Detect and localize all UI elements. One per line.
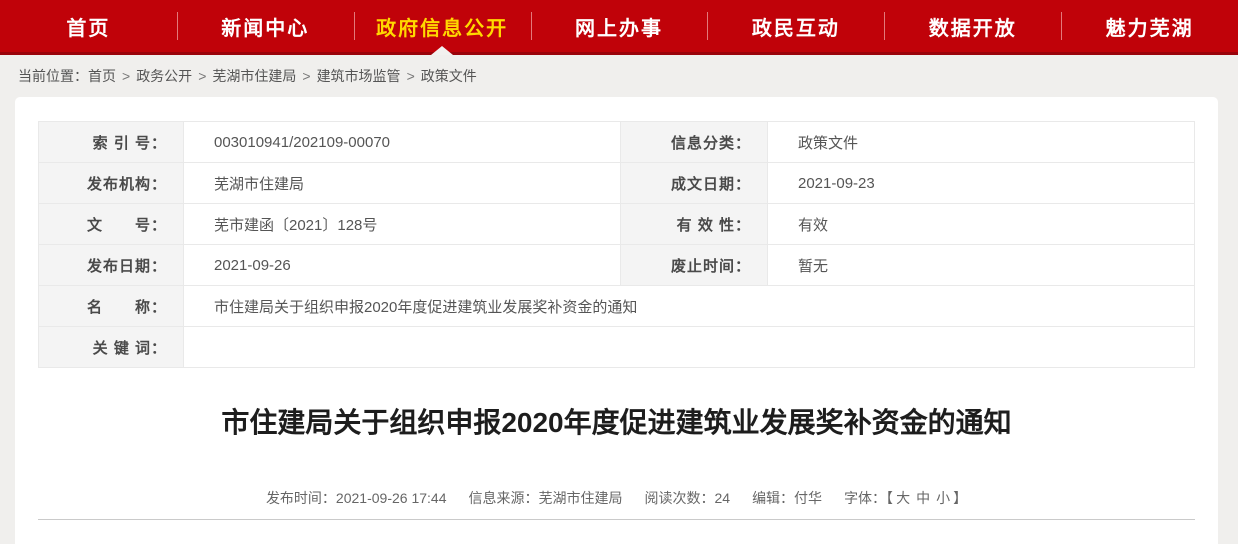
meta-label: 成文日期： xyxy=(621,163,768,204)
meta-value: 政策文件 xyxy=(768,122,1195,163)
breadcrumb: 当前位置：首页 > 政务公开 > 芜湖市住建局 > 建筑市场监管 > 政策文件 xyxy=(0,55,1238,97)
meta-label: 名 称： xyxy=(39,286,184,327)
meta-label: 废止时间： xyxy=(621,245,768,286)
meta-table-row: 文 号：芜市建函〔2021〕128号有 效 性：有效 xyxy=(39,204,1195,245)
meta-value: 芜市建函〔2021〕128号 xyxy=(184,204,621,245)
font-size-label: 字体：【 xyxy=(844,490,893,506)
meta-table-body: 索 引 号：003010941/202109-00070信息分类：政策文件发布机… xyxy=(39,122,1195,368)
meta-label: 信息分类： xyxy=(621,122,768,163)
article-meta-item: 阅读次数：24 xyxy=(644,490,730,506)
nav-item[interactable]: 新闻中心 xyxy=(177,0,354,52)
meta-label: 文 号： xyxy=(39,204,184,245)
nav-item[interactable]: 首页 xyxy=(0,0,177,52)
meta-value: 2021-09-26 xyxy=(184,245,621,286)
font-size-bracket: 】 xyxy=(953,490,967,506)
meta-value: 有效 xyxy=(768,204,1195,245)
nav-item-label: 政民互动 xyxy=(752,12,840,41)
meta-label: 关 键 词： xyxy=(39,327,184,368)
article-meta: 发布时间：2021-09-26 17:44 信息来源：芜湖市住建局 阅读次数：24 编… xyxy=(15,488,1218,508)
breadcrumb-link[interactable]: 建筑市场监管 xyxy=(317,68,401,84)
breadcrumb-link[interactable]: 政策文件 xyxy=(421,68,477,84)
breadcrumb-link[interactable]: 首页 xyxy=(88,68,116,84)
nav-item-label: 首页 xyxy=(66,12,110,41)
nav-item[interactable]: 网上办事 xyxy=(531,0,708,52)
active-tab-pointer-icon xyxy=(431,46,453,55)
font-size-option[interactable]: 大 xyxy=(896,490,910,506)
meta-table: 索 引 号：003010941/202109-00070信息分类：政策文件发布机… xyxy=(38,121,1195,368)
nav-item-label: 数据开放 xyxy=(929,12,1017,41)
meta-table-row: 名 称：市住建局关于组织申报2020年度促进建筑业发展奖补资金的通知 xyxy=(39,286,1195,327)
main-nav: 首页 新闻中心 政府信息公开 网上办事 政民互动 数据开放 魅力芜湖 xyxy=(0,0,1238,55)
meta-label: 发布日期： xyxy=(39,245,184,286)
nav-item[interactable]: 政民互动 xyxy=(707,0,884,52)
meta-label: 索 引 号： xyxy=(39,122,184,163)
breadcrumb-link[interactable]: 芜湖市住建局 xyxy=(212,68,296,84)
meta-label: 发布机构： xyxy=(39,163,184,204)
article-meta-item: 编辑：付华 xyxy=(752,490,822,506)
nav-item-label: 网上办事 xyxy=(575,12,663,41)
meta-table-row: 关 键 词： xyxy=(39,327,1195,368)
breadcrumb-separator: > xyxy=(302,68,310,84)
meta-value xyxy=(184,327,1195,368)
content-panel: 索 引 号：003010941/202109-00070信息分类：政策文件发布机… xyxy=(15,97,1218,544)
breadcrumb-separator: > xyxy=(407,68,415,84)
article-meta-item: 信息来源：芜湖市住建局 xyxy=(468,490,622,506)
nav-item-label: 新闻中心 xyxy=(221,12,309,41)
font-size-control: 字体：【大中小】 xyxy=(844,490,967,506)
nav-item[interactable]: 魅力芜湖 xyxy=(1061,0,1238,52)
nav-item[interactable]: 数据开放 xyxy=(884,0,1061,52)
breadcrumb-label: 当前位置： xyxy=(18,68,88,84)
breadcrumb-separator: > xyxy=(122,68,130,84)
meta-value: 芜湖市住建局 xyxy=(184,163,621,204)
nav-item-label: 魅力芜湖 xyxy=(1106,12,1194,41)
meta-value: 2021-09-23 xyxy=(768,163,1195,204)
nav-item[interactable]: 政府信息公开 xyxy=(354,0,531,52)
meta-table-row: 发布机构：芜湖市住建局成文日期：2021-09-23 xyxy=(39,163,1195,204)
meta-table-row: 索 引 号：003010941/202109-00070信息分类：政策文件 xyxy=(39,122,1195,163)
content-divider xyxy=(38,519,1195,544)
font-size-option[interactable]: 小 xyxy=(936,490,950,506)
breadcrumb-separator: > xyxy=(198,68,206,84)
meta-value: 003010941/202109-00070 xyxy=(184,122,621,163)
meta-value: 暂无 xyxy=(768,245,1195,286)
font-size-option[interactable]: 中 xyxy=(916,490,930,506)
meta-table-row: 发布日期：2021-09-26废止时间：暂无 xyxy=(39,245,1195,286)
meta-label: 有 效 性： xyxy=(621,204,768,245)
meta-value: 市住建局关于组织申报2020年度促进建筑业发展奖补资金的通知 xyxy=(184,286,1195,327)
breadcrumb-link[interactable]: 政务公开 xyxy=(136,68,192,84)
article-meta-item: 发布时间：2021-09-26 17:44 xyxy=(266,490,447,506)
page-title: 市住建局关于组织申报2020年度促进建筑业发展奖补资金的通知 xyxy=(75,404,1158,442)
nav-item-label: 政府信息公开 xyxy=(376,12,508,41)
